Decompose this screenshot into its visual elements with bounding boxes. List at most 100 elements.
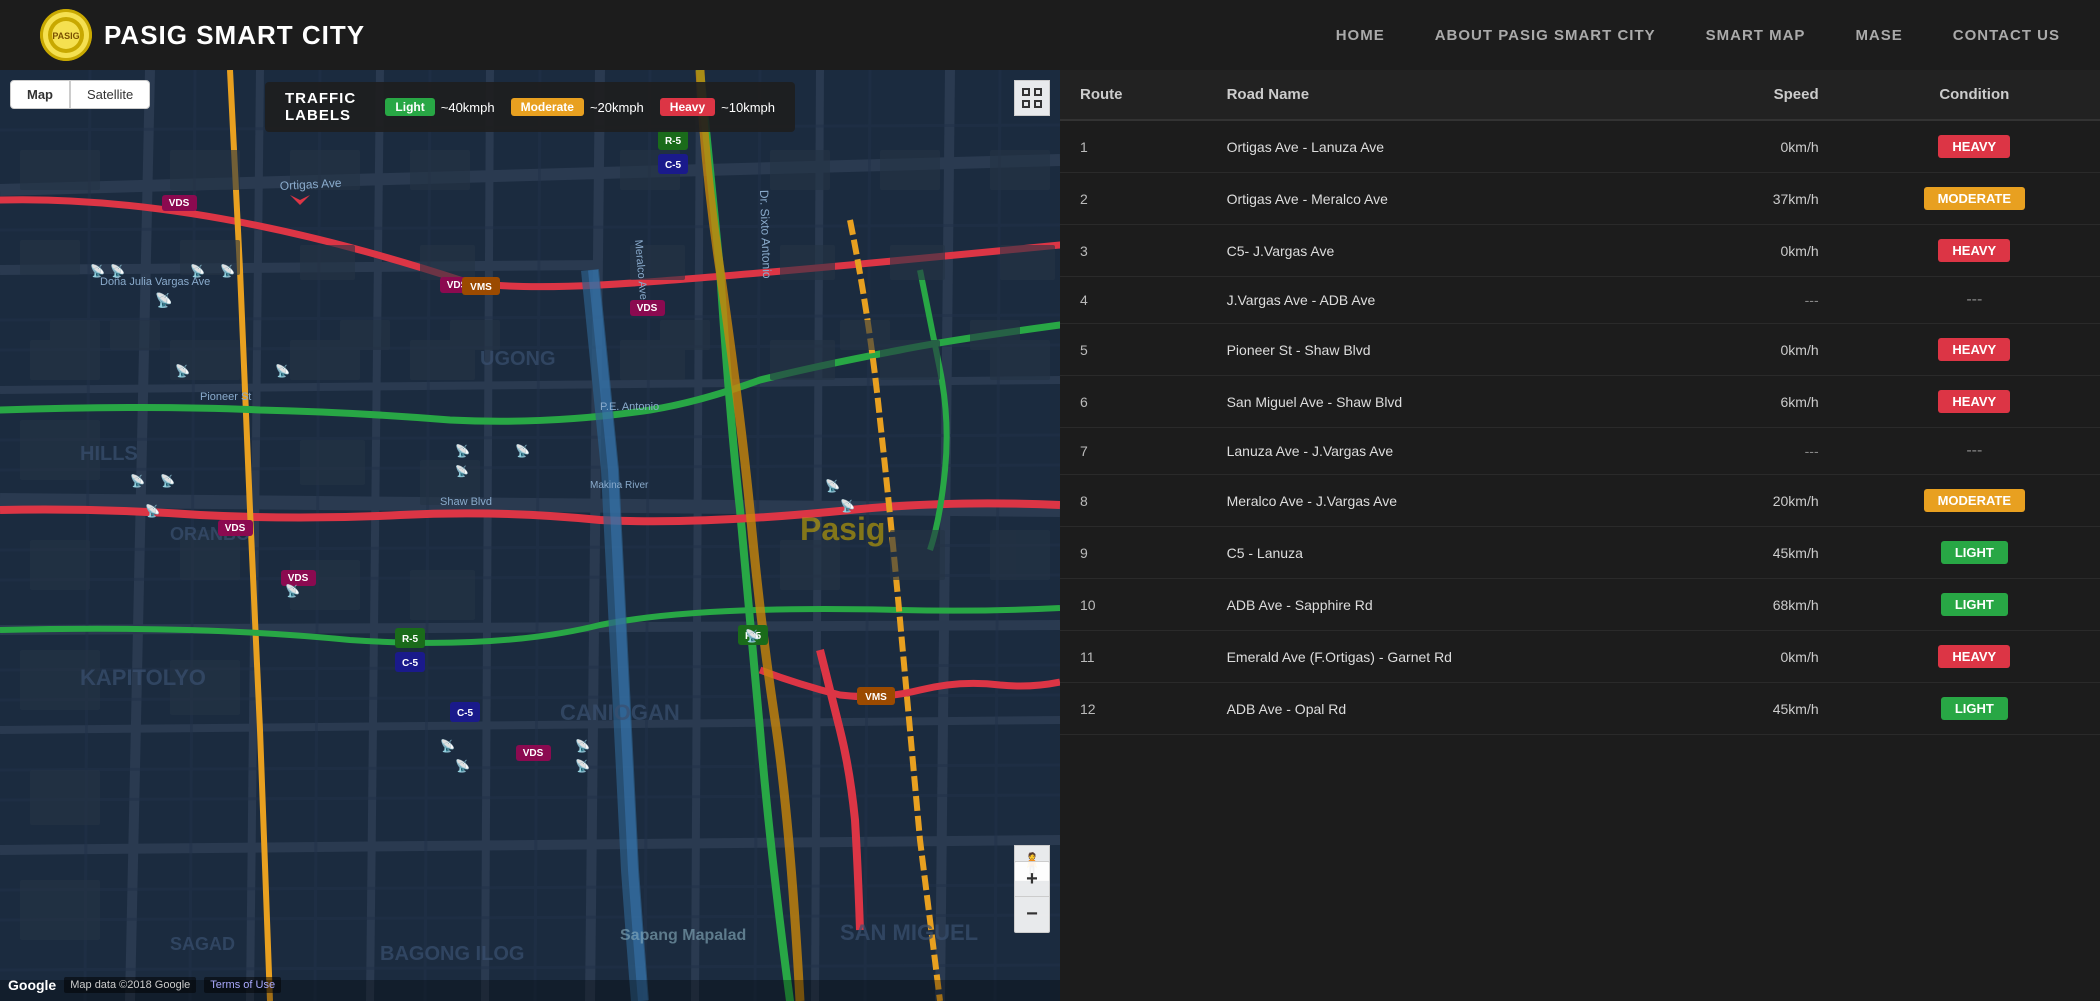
nav-mase[interactable]: MASE [1855,27,1902,44]
condition-cell: LIGHT [1849,579,2100,631]
road-name: Ortigas Ave - Lanuza Ave [1207,120,1679,173]
svg-text:C-5: C-5 [665,160,682,171]
google-logo: Google [8,977,56,993]
svg-text:C-5: C-5 [457,708,474,719]
condition-cell: MODERATE [1849,475,2100,527]
svg-text:📡: 📡 [110,263,125,278]
moderate-badge-speed: ~20kmph [590,100,644,115]
svg-text:📡: 📡 [825,478,840,493]
col-condition: Condition [1849,70,2100,120]
road-name: J.Vargas Ave - ADB Ave [1207,277,1679,324]
svg-text:📡: 📡 [220,263,235,278]
svg-text:UGONG: UGONG [480,348,556,370]
road-name: C5- J.Vargas Ave [1207,225,1679,277]
svg-text:📡: 📡 [440,738,455,753]
map-view-button[interactable]: Map [10,80,70,109]
nav-smart-map[interactable]: SMART MAP [1706,27,1806,44]
condition-cell: --- [1849,428,2100,475]
svg-text:📡: 📡 [145,503,160,518]
road-name: Ortigas Ave - Meralco Ave [1207,173,1679,225]
col-road-name: Road Name [1207,70,1679,120]
svg-text:📡: 📡 [130,473,145,488]
svg-text:HILLS: HILLS [80,443,138,465]
condition-badge: MODERATE [1924,187,2025,210]
svg-text:📡: 📡 [190,263,205,278]
zoom-controls: + − [1014,861,1050,933]
svg-text:VDS: VDS [169,198,190,209]
table-row: 10 ADB Ave - Sapphire Rd 68km/h LIGHT [1060,579,2100,631]
svg-text:📡: 📡 [160,473,175,488]
nav-contact[interactable]: CONTACT US [1953,27,2060,44]
col-route: Route [1060,70,1207,120]
condition-badge: MODERATE [1924,489,2025,512]
route-number: 5 [1060,324,1207,376]
svg-text:Shaw Blvd: Shaw Blvd [440,496,492,508]
header: PASIG PASIG SMART CITY HOME ABOUT PASIG … [0,0,2100,70]
condition-badge: HEAVY [1938,390,2010,413]
svg-text:📡: 📡 [455,443,470,458]
svg-text:📡: 📡 [575,738,590,753]
condition-badge: HEAVY [1938,239,2010,262]
terms-of-use-link[interactable]: Terms of Use [204,977,281,993]
svg-text:📡: 📡 [455,758,470,773]
svg-text:Sapang Mapalad: Sapang Mapalad [620,927,746,944]
heavy-badge-speed: ~10kmph [721,100,775,115]
logo-area: PASIG PASIG SMART CITY [40,9,365,61]
svg-text:VDS: VDS [225,523,246,534]
svg-text:VDS: VDS [523,748,544,759]
map-area: HILLS KAPITOLYO ORANBO UGONG Pasig CANIO… [0,70,1060,1001]
condition-badge: LIGHT [1941,593,2008,616]
table-header-row: Route Road Name Speed Condition [1060,70,2100,120]
svg-text:📡: 📡 [175,363,190,378]
route-number: 3 [1060,225,1207,277]
route-number: 6 [1060,376,1207,428]
fullscreen-button[interactable] [1014,80,1050,116]
map-data-text: Map data ©2018 Google [64,977,196,993]
condition-badge: HEAVY [1938,645,2010,668]
route-number: 4 [1060,277,1207,324]
speed-value: --- [1678,277,1848,324]
speed-value: 0km/h [1678,225,1848,277]
brand-name: PASIG SMART CITY [104,20,365,51]
main-content: HILLS KAPITOLYO ORANBO UGONG Pasig CANIO… [0,70,2100,1001]
heavy-badge-label: Heavy [660,98,715,116]
logo-icon: PASIG [40,9,92,61]
road-name: ADB Ave - Opal Rd [1207,683,1679,735]
road-name: ADB Ave - Sapphire Rd [1207,579,1679,631]
speed-value: 37km/h [1678,173,1848,225]
heavy-traffic-badge: Heavy ~10kmph [660,98,775,116]
table-row: 4 J.Vargas Ave - ADB Ave --- --- [1060,277,2100,324]
road-name: Meralco Ave - J.Vargas Ave [1207,475,1679,527]
fullscreen-icon [1022,88,1042,108]
svg-text:VDS: VDS [288,573,309,584]
svg-text:📡: 📡 [275,363,290,378]
svg-text:📡: 📡 [90,263,105,278]
table-row: 6 San Miguel Ave - Shaw Blvd 6km/h HEAVY [1060,376,2100,428]
map-attribution: Google Map data ©2018 Google Terms of Us… [8,977,281,993]
svg-text:📡: 📡 [515,443,530,458]
svg-text:PASIG: PASIG [52,31,79,41]
road-name: San Miguel Ave - Shaw Blvd [1207,376,1679,428]
svg-text:SAN MIGUEL: SAN MIGUEL [840,920,978,945]
speed-value: 0km/h [1678,324,1848,376]
condition-badge: HEAVY [1938,338,2010,361]
light-badge-speed: ~40kmph [441,100,495,115]
condition-cell: HEAVY [1849,376,2100,428]
route-number: 7 [1060,428,1207,475]
nav-about[interactable]: ABOUT PASIG SMART CITY [1435,27,1656,44]
zoom-in-button[interactable]: + [1014,861,1050,897]
zoom-out-button[interactable]: − [1014,897,1050,933]
satellite-view-button[interactable]: Satellite [70,80,150,109]
svg-text:Pioneer St: Pioneer St [200,391,251,403]
traffic-table: Route Road Name Speed Condition 1 Ortiga… [1060,70,2100,735]
speed-value: 45km/h [1678,683,1848,735]
svg-text:📡: 📡 [840,498,855,513]
condition-cell: LIGHT [1849,683,2100,735]
speed-value: 68km/h [1678,579,1848,631]
nav-home[interactable]: HOME [1336,27,1385,44]
svg-text:CANIOGAN: CANIOGAN [560,700,680,725]
condition-cell: HEAVY [1849,631,2100,683]
table-row: 2 Ortigas Ave - Meralco Ave 37km/h MODER… [1060,173,2100,225]
svg-text:📡: 📡 [455,464,469,478]
traffic-labels-title: TRAFFIC LABELS [285,90,369,124]
